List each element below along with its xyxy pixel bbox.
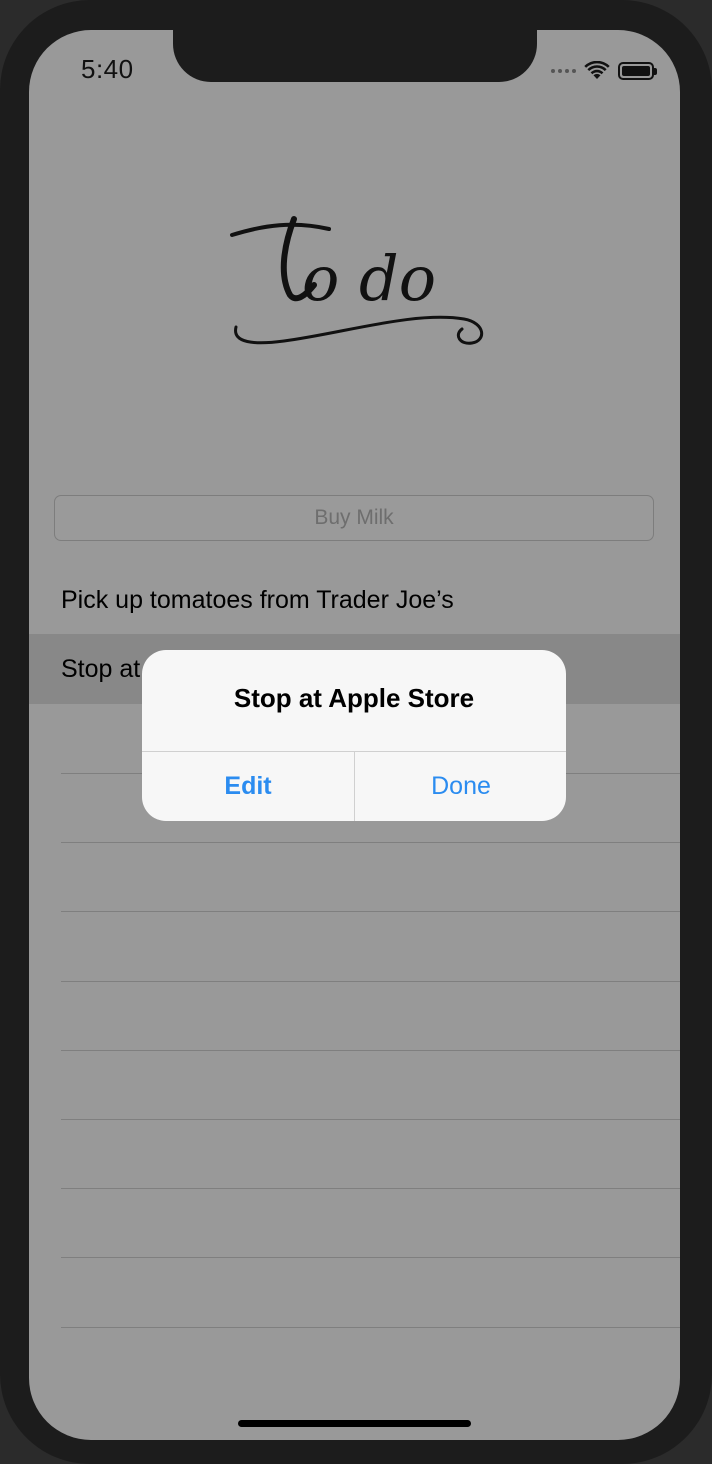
home-indicator[interactable] (238, 1420, 471, 1427)
battery-icon (618, 62, 657, 80)
empty-row-separator (61, 1050, 680, 1051)
svg-text:o do: o do (302, 242, 436, 315)
empty-row-separator (61, 1257, 680, 1258)
status-icons (551, 58, 657, 84)
cellular-signal-icon (551, 69, 576, 73)
empty-row-separator (61, 1119, 680, 1120)
todo-script-logo: o do (230, 216, 483, 345)
phone-frame: 5:40 o do Buy Milk Pick up tomatoes from… (0, 0, 712, 1464)
empty-row-separator (61, 842, 680, 843)
todo-item[interactable]: Pick up tomatoes from Trader Joe’s (29, 566, 680, 635)
edit-button[interactable]: Edit (142, 752, 354, 821)
empty-row-separator (61, 1327, 680, 1328)
empty-row-separator (61, 911, 680, 912)
status-time: 5:40 (81, 54, 134, 84)
empty-row-separator (61, 1188, 680, 1189)
empty-row-separator (61, 981, 680, 982)
new-item-input[interactable]: Buy Milk (54, 495, 654, 541)
action-alert: Stop at Apple Store Edit Done (142, 650, 566, 821)
wifi-icon (584, 61, 610, 79)
done-button[interactable]: Done (355, 752, 566, 821)
notch (173, 30, 537, 82)
alert-title: Stop at Apple Store (233, 683, 475, 713)
